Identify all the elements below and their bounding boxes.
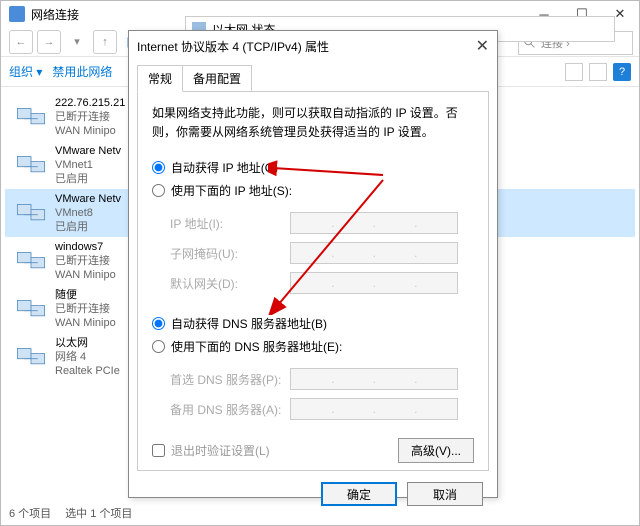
alternate-dns-input[interactable]	[290, 398, 458, 420]
item-count: 6 个项目	[9, 505, 51, 521]
alternate-dns-label: 备用 DNS 服务器(A):	[170, 401, 290, 418]
conn-status: VMnet1	[55, 158, 121, 172]
network-icon	[9, 6, 25, 22]
conn-device: WAN Minipo	[55, 316, 116, 330]
radio-manual-ip[interactable]: 使用下面的 IP 地址(S):	[152, 179, 474, 202]
radio-manual-ip-input[interactable]	[152, 184, 165, 197]
subnet-mask-label: 子网掩码(U):	[170, 245, 290, 262]
adapter-icon	[11, 241, 51, 281]
organize-button[interactable]: 组织 ▾	[9, 63, 42, 80]
radio-auto-dns-input[interactable]	[152, 317, 165, 330]
tab-alternate[interactable]: 备用配置	[182, 65, 252, 92]
preferred-dns-input[interactable]	[290, 368, 458, 390]
conn-name: 随便	[55, 288, 116, 302]
validate-checkbox[interactable]	[152, 444, 165, 457]
dialog-body: 如果网络支持此功能，则可以获取自动指派的 IP 设置。否则，你需要从网络系统管理…	[137, 91, 489, 471]
conn-status: VMnet8	[55, 206, 121, 220]
advanced-button[interactable]: 高级(V)...	[398, 438, 474, 463]
conn-device: 已启用	[55, 220, 121, 234]
conn-device: WAN Minipo	[55, 268, 116, 282]
radio-auto-ip[interactable]: 自动获得 IP 地址(O)	[152, 156, 474, 179]
dialog-footer: 确定 取消	[129, 472, 497, 516]
gateway-input[interactable]	[290, 272, 458, 294]
gateway-label: 默认网关(D):	[170, 275, 290, 292]
selected-count: 选中 1 个项目	[65, 505, 132, 521]
ip-address-label: IP 地址(I):	[170, 215, 290, 232]
forward-button[interactable]: →	[37, 30, 61, 54]
description-text: 如果网络支持此功能，则可以获取自动指派的 IP 设置。否则，你需要从网络系统管理…	[152, 104, 474, 142]
history-dropdown[interactable]: ▾	[65, 30, 89, 54]
help-icon[interactable]: ?	[613, 63, 631, 81]
conn-name: windows7	[55, 240, 116, 254]
conn-status: 已断开连接	[55, 254, 116, 268]
close-icon[interactable]: ✕	[476, 36, 489, 56]
radio-auto-dns[interactable]: 自动获得 DNS 服务器地址(B)	[152, 312, 474, 335]
radio-manual-dns[interactable]: 使用下面的 DNS 服务器地址(E):	[152, 335, 474, 358]
conn-status: 已断开连接	[55, 110, 125, 124]
adapter-icon	[11, 289, 51, 329]
adapter-icon	[11, 337, 51, 377]
adapter-icon	[11, 145, 51, 185]
view-list-icon[interactable]	[565, 63, 583, 81]
ok-button[interactable]: 确定	[321, 482, 397, 506]
conn-status: 已断开连接	[55, 302, 116, 316]
conn-status: 网络 4	[55, 350, 120, 364]
cancel-button[interactable]: 取消	[407, 482, 483, 506]
adapter-icon	[11, 97, 51, 137]
back-button[interactable]: ←	[9, 30, 33, 54]
dialog-title: Internet 协议版本 4 (TCP/IPv4) 属性	[137, 38, 329, 55]
conn-device: WAN Minipo	[55, 124, 125, 138]
disable-device-button[interactable]: 禁用此网络	[52, 63, 112, 80]
window-title: 网络连接	[31, 6, 79, 23]
conn-name: 222.76.215.21	[55, 96, 125, 110]
up-button[interactable]: ↑	[93, 30, 117, 54]
ip-address-input[interactable]	[290, 212, 458, 234]
preferred-dns-label: 首选 DNS 服务器(P):	[170, 371, 290, 388]
radio-auto-ip-input[interactable]	[152, 161, 165, 174]
tab-strip: 常规 备用配置	[129, 61, 497, 92]
subnet-mask-input[interactable]	[290, 242, 458, 264]
conn-name: 以太网	[55, 336, 120, 350]
conn-name: VMware Netv	[55, 192, 121, 206]
tab-general[interactable]: 常规	[137, 65, 183, 92]
conn-device: Realtek PCIe	[55, 364, 120, 378]
conn-name: VMware Netv	[55, 144, 121, 158]
adapter-icon	[11, 193, 51, 233]
radio-manual-dns-input[interactable]	[152, 340, 165, 353]
dialog-titlebar: Internet 协议版本 4 (TCP/IPv4) 属性 ✕	[129, 31, 497, 61]
ipv4-properties-dialog: Internet 协议版本 4 (TCP/IPv4) 属性 ✕ 常规 备用配置 …	[128, 30, 498, 498]
conn-device: 已启用	[55, 172, 121, 186]
view-detail-icon[interactable]	[589, 63, 607, 81]
validate-checkbox-row[interactable]: 退出时验证设置(L)	[152, 442, 270, 459]
